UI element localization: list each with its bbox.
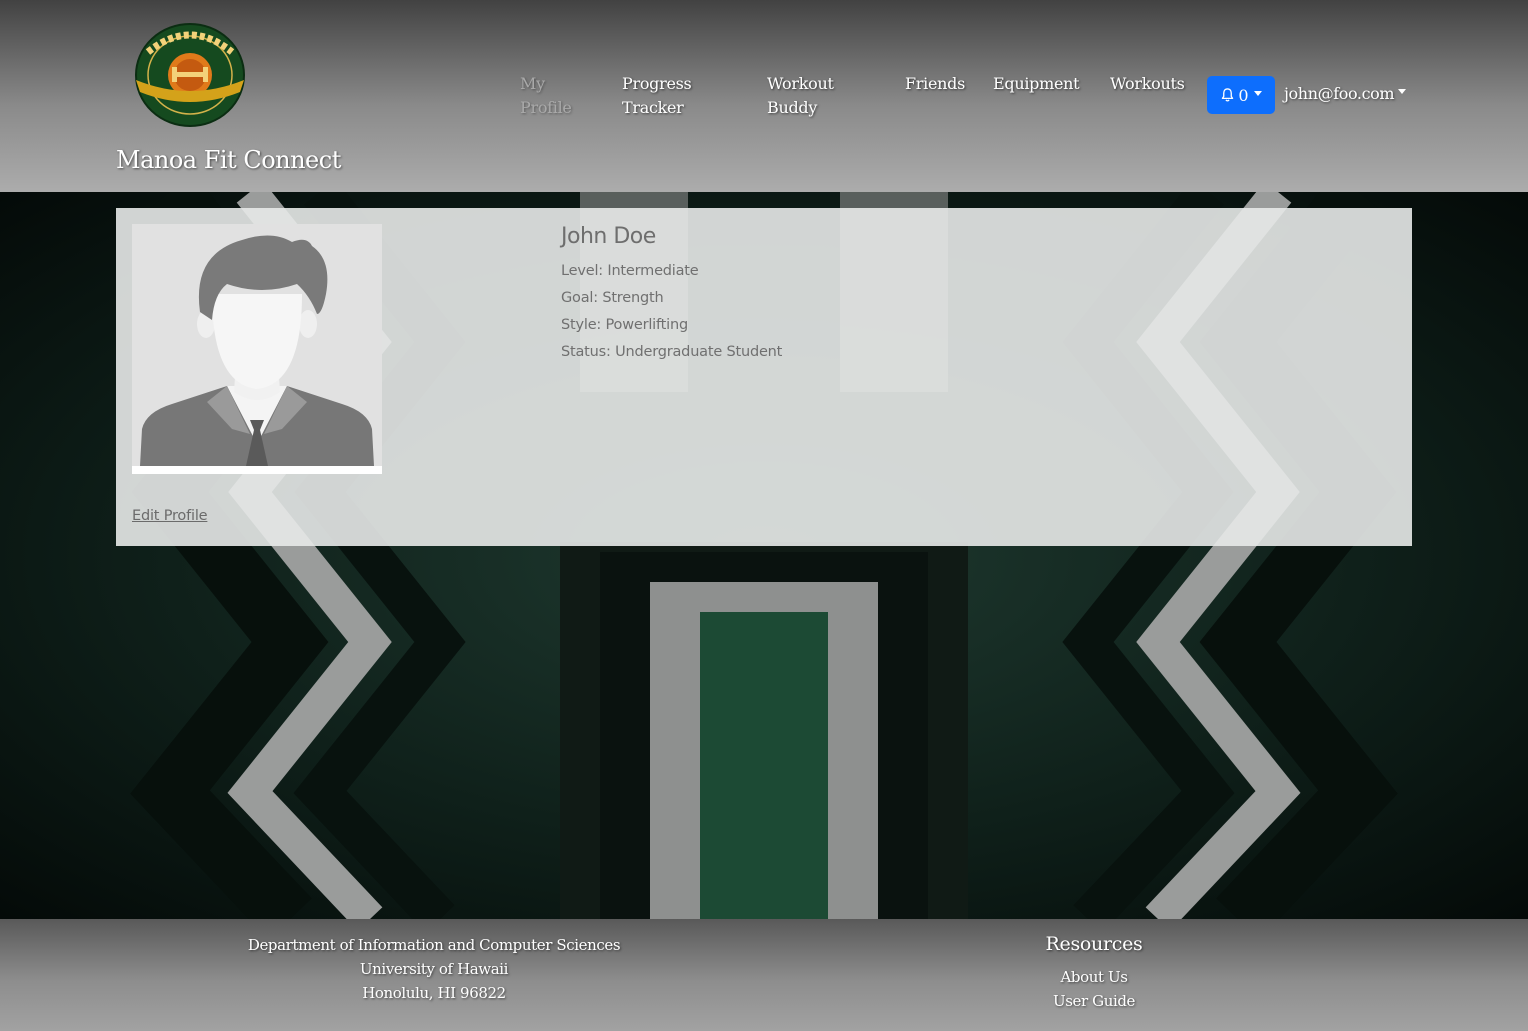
bell-icon — [1222, 88, 1234, 102]
profile-level: Level: Intermediate — [561, 263, 699, 279]
chevron-down-icon — [1398, 89, 1407, 94]
nav-label: Friends — [905, 74, 965, 93]
nav-workout-buddy[interactable]: Workout Buddy — [767, 72, 834, 120]
nav-my-profile[interactable]: My Profile — [520, 72, 572, 120]
footer-university: University of Hawaii — [359, 960, 509, 978]
default-avatar-icon — [132, 224, 382, 466]
nav-label: Workout — [767, 74, 834, 93]
nav-label: My — [520, 74, 545, 93]
nav-label: Workouts — [1110, 74, 1185, 93]
user-menu-dropdown[interactable]: john@foo.com — [1284, 84, 1407, 103]
footer-about-us-link[interactable]: About Us — [1060, 968, 1127, 986]
notification-count: 0 — [1238, 85, 1249, 105]
profile-status: Status: Undergraduate Student — [561, 344, 783, 360]
footer-resources-title: Resources — [1045, 933, 1143, 955]
brand-title[interactable]: Manoa Fit Connect — [116, 146, 341, 174]
manoa-fit-connect-logo[interactable] — [134, 22, 246, 128]
user-email: john@foo.com — [1284, 84, 1395, 103]
footer: Department of Information and Computer S… — [0, 919, 1528, 1031]
profile-avatar — [132, 224, 382, 474]
nav-equipment[interactable]: Equipment — [993, 72, 1080, 96]
nav-label: Profile — [520, 98, 572, 117]
profile-goal: Goal: Strength — [561, 290, 664, 306]
profile-style: Style: Powerlifting — [561, 317, 688, 333]
footer-city: Honolulu, HI 96822 — [362, 984, 506, 1002]
nav-label: Progress — [622, 74, 692, 93]
edit-profile-link[interactable]: Edit Profile — [132, 508, 208, 524]
nav-friends[interactable]: Friends — [905, 72, 965, 96]
profile-card: John Doe Level: Intermediate Goal: Stren… — [116, 208, 1412, 546]
navbar: Manoa Fit Connect My Profile Progress Tr… — [0, 0, 1528, 192]
nav-workouts[interactable]: Workouts — [1110, 72, 1185, 96]
footer-department: Department of Information and Computer S… — [247, 936, 621, 954]
nav-label: Tracker — [622, 98, 684, 117]
profile-name: John Doe — [561, 224, 656, 249]
notifications-button[interactable]: 0 — [1207, 76, 1275, 114]
nav-label: Buddy — [767, 98, 818, 117]
nav-label: Equipment — [993, 74, 1080, 93]
footer-user-guide-link[interactable]: User Guide — [1053, 992, 1135, 1010]
chevron-down-icon — [1253, 90, 1262, 96]
nav-progress-tracker[interactable]: Progress Tracker — [622, 72, 692, 120]
